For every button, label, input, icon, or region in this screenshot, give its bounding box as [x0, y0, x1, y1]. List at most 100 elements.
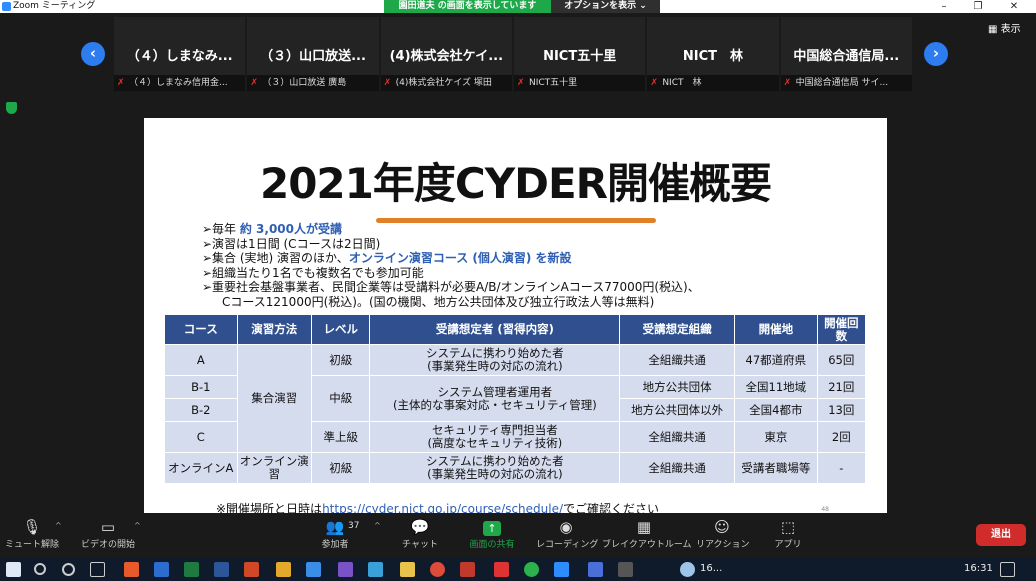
mic-muted-icon: ✗ — [383, 78, 392, 88]
mail-icon[interactable] — [154, 562, 169, 577]
video-options-caret-icon[interactable]: ^ — [134, 521, 141, 530]
powerpoint-icon[interactable] — [244, 562, 259, 577]
mic-muted-icon: 🎙 — [22, 518, 42, 536]
place-cell: 全国11地域 — [734, 375, 818, 399]
bullet-item: ➢集合 (実地) 演習のほか、オンライン演習コース (個人演習) を新設 — [202, 251, 862, 266]
footnote-text: ※開催場所と日時は — [216, 502, 323, 513]
share-screen-label: 画面の共有 — [469, 540, 515, 550]
mic-muted-icon: ✗ — [650, 78, 658, 88]
org-cell: 全組織共通 — [619, 421, 736, 453]
participant-display-name: NICT 林 — [682, 49, 744, 64]
mic-muted-icon: ✗ — [250, 78, 258, 88]
bullet-highlight: オンライン演習コース (個人演習) を新設 — [348, 251, 572, 265]
target-cell: セキュリティ専門担当者 (高度なセキュリティ技術) — [369, 421, 621, 453]
view-options-button[interactable]: オプションを表示 ⌄ — [551, 0, 660, 13]
apps-button[interactable]: ⬚ アプリ — [768, 517, 808, 550]
breakout-rooms-button[interactable]: ▦ ブレイクアウトルーム — [602, 517, 692, 550]
task-view-icon[interactable] — [90, 562, 105, 577]
participant-label-bar: ✗ （３）山口放送 廣島 — [247, 75, 379, 91]
audio-options-caret-icon[interactable]: ^ — [55, 521, 62, 530]
unmute-button[interactable]: 🎙 ミュート解除 — [4, 517, 60, 550]
share-screen-button[interactable]: ↑ 画面の共有 — [464, 517, 520, 550]
line-icon[interactable] — [524, 562, 539, 577]
previous-page-arrow-icon[interactable]: ‹ — [81, 42, 105, 66]
column-header: 開催回数 — [816, 314, 867, 345]
taskbar-app-icon[interactable] — [618, 562, 633, 577]
leave-meeting-button[interactable]: 退出 — [976, 524, 1026, 546]
target-line: システム管理者運用者 — [437, 384, 553, 399]
word-icon[interactable] — [214, 562, 229, 577]
table-header-row: コース 演習方法 レベル 受講想定者 (習得内容) 受講想定組織 開催地 開催回… — [164, 314, 867, 345]
target-cell: システム管理者運用者 (主体的な事案対応・セキュリティ管理) — [369, 375, 621, 422]
level-cell: 初級 — [311, 344, 371, 376]
participant-tile[interactable]: (4)株式会社ケイ... ✗ (4)株式会社ケイズ 塚田 — [380, 17, 512, 91]
participant-tile[interactable]: 中国総合通信局... ✗ 中国総合通信局 サイ... — [780, 17, 912, 91]
share-status-bar: 園田道夫 の画面を表示しています オプションを表示 ⌄ — [384, 0, 660, 13]
chat-icon: 💬 — [410, 518, 430, 536]
file-explorer-icon[interactable] — [400, 562, 415, 577]
participants-label: 参加者 — [321, 540, 349, 550]
taskbar-app-icon[interactable] — [124, 562, 139, 577]
close-button[interactable]: ✕ — [1000, 0, 1028, 13]
count-cell: - — [816, 452, 867, 484]
participant-display-name: (4)株式会社ケイ... — [389, 49, 504, 64]
taskbar-app-icon[interactable] — [368, 562, 383, 577]
participant-tile[interactable]: NICT五十里 ✗ NICT五十里 — [513, 17, 646, 91]
record-label: レコーディング — [536, 540, 599, 550]
windows-start-icon[interactable] — [6, 562, 21, 577]
excel-icon[interactable] — [184, 562, 199, 577]
taskbar-app-icon[interactable] — [338, 562, 353, 577]
record-icon: ◉ — [559, 518, 573, 536]
mic-muted-icon: ✗ — [516, 78, 525, 88]
taskbar-app-icon[interactable] — [460, 562, 475, 577]
zoom-app-icon — [2, 2, 11, 11]
apps-icon: ⬚ — [780, 518, 796, 536]
search-icon[interactable] — [34, 563, 46, 575]
participant-label: （４）しまなみ信用金... — [129, 78, 228, 88]
schedule-link: https://cyder.nict.go.jp/course/schedule… — [322, 502, 564, 513]
participant-display-name: （３）山口放送... — [260, 49, 366, 64]
notifications-icon[interactable] — [1000, 562, 1015, 577]
view-mode-button[interactable]: ▦ 表示 — [988, 20, 1021, 35]
meeting-controls-bar: 🎙 ミュート解除 ^ ▭ ビデオの開始 ^ 👥 参加者 37 ^ 💬 チャット … — [0, 513, 1036, 558]
participant-tile[interactable]: （４）しまなみ... ✗ （４）しまなみ信用金... — [114, 17, 246, 91]
participant-label: NICT五十里 — [528, 78, 578, 88]
clock-time[interactable]: 16:31 — [964, 563, 993, 574]
participant-tile[interactable]: NICT 林 ✗ NICT 林 — [647, 17, 779, 91]
participants-options-caret-icon[interactable]: ^ — [374, 521, 381, 530]
chat-button[interactable]: 💬 チャット — [400, 517, 440, 550]
bullet-item: ➢演習は1日間 (Cコースは2日間) — [202, 236, 381, 251]
bullet-item-continued: Cコース121000円(税込)。(国の機関、地方公共団体及び独立行政法人等は無料… — [222, 294, 655, 309]
record-button[interactable]: ◉ レコーディング — [536, 517, 599, 550]
chrome-icon[interactable] — [430, 562, 445, 577]
video-off-icon: ▭ — [100, 518, 116, 536]
participant-label: NICT 林 — [662, 78, 702, 88]
reactions-button[interactable]: ☺ リアクション — [696, 517, 750, 550]
participant-label-bar: ✗ 中国総合通信局 サイ... — [780, 75, 912, 91]
participant-tile[interactable]: （３）山口放送... ✗ （３）山口放送 廣島 — [247, 17, 379, 91]
taskbar-app-icon[interactable] — [588, 562, 603, 577]
org-cell: 全組織共通 — [619, 344, 736, 376]
participant-label-bar: ✗ （４）しまなみ信用金... — [114, 75, 246, 91]
next-page-arrow-icon[interactable]: › — [924, 42, 948, 66]
target-line: (高度なセキュリティ技術) — [427, 436, 563, 450]
start-video-button[interactable]: ▭ ビデオの開始 — [78, 517, 138, 550]
participant-label-bar: ✗ (4)株式会社ケイズ 塚田 — [380, 75, 512, 91]
target-cell: システムに携わり始めた者 (事業発生時の対応の流れ) — [369, 344, 621, 376]
weather-icon[interactable] — [680, 562, 695, 577]
bullet-highlight: 約 3,000人が受講 — [239, 222, 343, 236]
method-cell: オンライン演習 — [236, 452, 313, 484]
zoom-window: Zoom ミーティング 園田道夫 の画面を表示しています オプションを表示 ⌄ … — [0, 0, 1036, 581]
taskbar-app-icon[interactable] — [494, 562, 509, 577]
org-cell: 地方公共団体 — [619, 375, 736, 399]
restore-button[interactable]: ❐ — [964, 0, 992, 13]
zoom-icon[interactable] — [554, 562, 569, 577]
cortana-icon[interactable] — [62, 563, 75, 576]
target-cell: システムに携わり始めた者 (事業発生時の対応の流れ) — [369, 452, 621, 484]
share-status-text: 園田道夫 の画面を表示しています — [384, 0, 551, 13]
taskbar-app-icon[interactable] — [276, 562, 291, 577]
minimize-button[interactable]: – — [930, 0, 958, 13]
taskbar-app-icon[interactable] — [306, 562, 321, 577]
reactions-label: リアクション — [696, 540, 750, 550]
participant-strip: （４）しまなみ... ✗ （４）しまなみ信用金... （３）山口放送... ✗ （３… — [114, 17, 912, 91]
